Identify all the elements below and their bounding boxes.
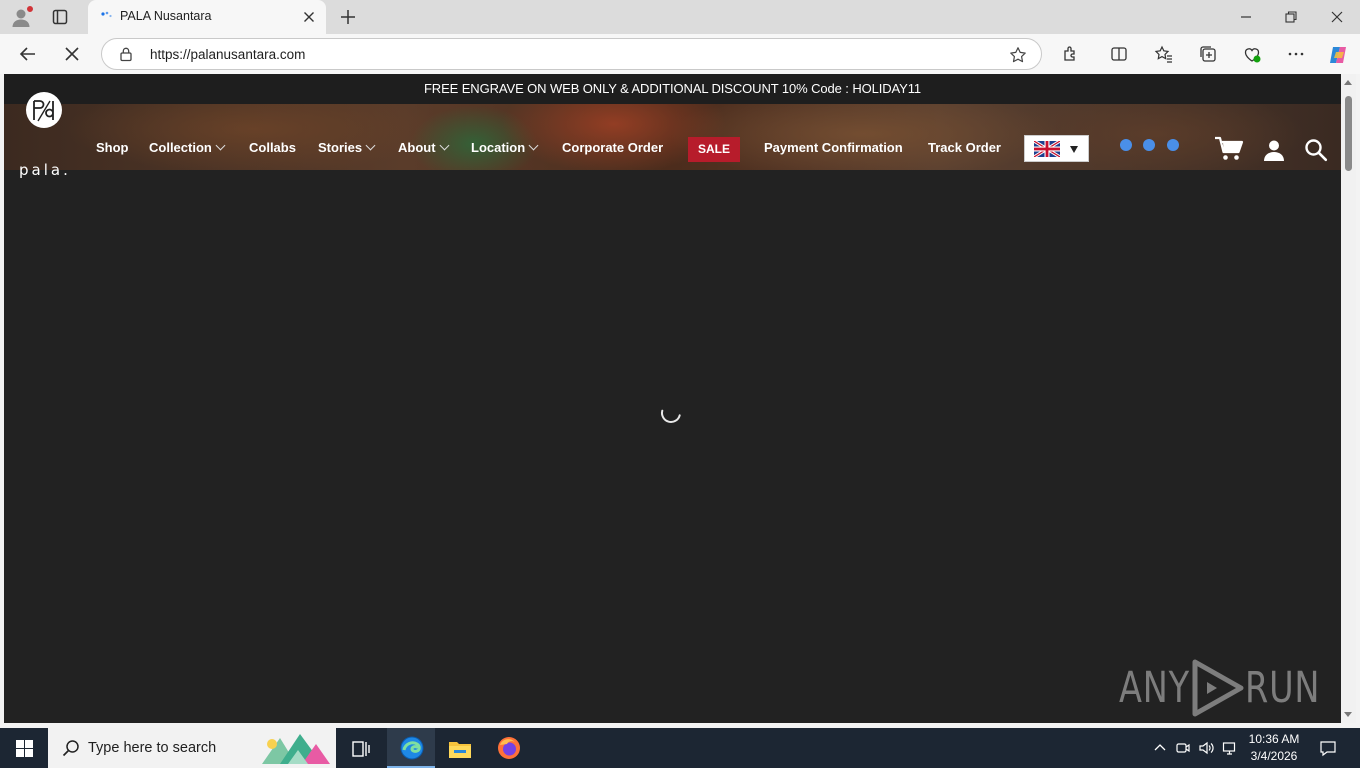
- user-account-icon[interactable]: [1262, 138, 1286, 162]
- tab-actions-icon[interactable]: [50, 7, 70, 27]
- copilot-icon[interactable]: [1327, 44, 1347, 64]
- anyrun-watermark: ANY RUN: [1119, 658, 1321, 718]
- favorite-star-icon[interactable]: [1009, 46, 1027, 64]
- search-highlight-art-icon: [262, 734, 330, 764]
- clock-time: 10:36 AM: [1248, 732, 1300, 746]
- url-text[interactable]: https://palanusantara.com: [150, 47, 305, 62]
- windows-taskbar: Type here to search 10:36 AM 3/4/2026: [0, 728, 1360, 768]
- nav-collection-label: Collection: [149, 140, 212, 155]
- taskbar-search-box[interactable]: Type here to search: [48, 728, 336, 768]
- profile-icon[interactable]: [10, 5, 34, 28]
- search-icon: [62, 739, 80, 757]
- nav-payment-confirmation[interactable]: Payment Confirmation: [764, 138, 903, 158]
- file-explorer-icon[interactable]: [448, 738, 472, 760]
- scroll-up-arrow-icon[interactable]: [1344, 80, 1352, 85]
- site-header: [4, 104, 1341, 170]
- network-icon[interactable]: [1222, 740, 1238, 756]
- more-menu-icon[interactable]: [1286, 44, 1306, 64]
- back-arrow-icon[interactable]: [18, 44, 38, 64]
- nav-collection[interactable]: Collection: [149, 138, 226, 158]
- clock-date: 3/4/2026: [1250, 749, 1298, 763]
- watermark-left-text: ANY: [1119, 663, 1190, 713]
- collections-icon[interactable]: [1198, 44, 1218, 64]
- nav-collabs[interactable]: Collabs: [249, 138, 296, 158]
- meet-now-icon[interactable]: [1175, 740, 1191, 756]
- web-page-viewport: FREE ENGRAVE ON WEB ONLY & ADDITIONAL DI…: [4, 74, 1341, 723]
- task-view-icon[interactable]: [350, 738, 372, 760]
- stop-loading-icon[interactable]: [62, 44, 82, 64]
- nav-stories[interactable]: Stories: [318, 138, 376, 158]
- nav-shop[interactable]: Shop: [96, 138, 129, 158]
- windows-start-icon[interactable]: [16, 740, 33, 757]
- page-scrollbar[interactable]: [1341, 74, 1356, 723]
- nav-stories-label: Stories: [318, 140, 363, 155]
- scroll-down-arrow-icon[interactable]: [1344, 712, 1352, 717]
- minimize-icon[interactable]: [1236, 7, 1256, 27]
- nav-location[interactable]: Location: [471, 138, 539, 158]
- extensions-icon[interactable]: [1061, 44, 1081, 64]
- watermark-right-text: RUN: [1245, 663, 1321, 713]
- close-window-icon[interactable]: [1327, 7, 1347, 27]
- browser-essentials-icon[interactable]: [1242, 44, 1262, 64]
- nav-location-label: Location: [471, 140, 526, 155]
- address-bar[interactable]: https://palanusantara.com: [101, 38, 1042, 70]
- tab-pala-nusantara[interactable]: PALA Nusantara: [88, 0, 326, 34]
- browser-toolbar: https://palanusantara.com: [0, 34, 1360, 74]
- nav-sale-button[interactable]: SALE: [688, 137, 740, 162]
- tab-title: PALA Nusantara: [120, 9, 212, 23]
- uk-flag-icon: [1034, 141, 1060, 157]
- promo-banner: FREE ENGRAVE ON WEB ONLY & ADDITIONAL DI…: [4, 74, 1341, 104]
- logo-wordmark: pala.: [19, 161, 71, 179]
- restore-icon[interactable]: [1281, 7, 1301, 27]
- favorites-icon[interactable]: [1154, 44, 1174, 64]
- edge-browser-icon[interactable]: [400, 736, 424, 760]
- play-triangle-icon: [1192, 659, 1244, 717]
- loading-spinner-icon: [658, 400, 684, 426]
- nav-about[interactable]: About: [398, 138, 449, 158]
- nav-track-order[interactable]: Track Order: [928, 138, 1001, 158]
- search-icon[interactable]: [1304, 138, 1328, 162]
- volume-icon[interactable]: [1198, 740, 1214, 756]
- chevron-down-icon: [439, 140, 449, 151]
- cart-icon[interactable]: [1214, 136, 1244, 162]
- loading-favicon-icon: [100, 10, 114, 24]
- new-tab-icon[interactable]: [338, 7, 358, 27]
- notifications-icon[interactable]: [1319, 739, 1337, 757]
- language-selector[interactable]: [1024, 135, 1089, 162]
- search-placeholder: Type here to search: [88, 740, 217, 756]
- pala-logo-icon[interactable]: [19, 91, 69, 147]
- lock-icon[interactable]: [118, 46, 134, 62]
- firefox-icon[interactable]: [497, 736, 521, 760]
- caret-down-icon: [1070, 146, 1078, 153]
- nav-about-label: About: [398, 140, 436, 155]
- chevron-down-icon: [215, 140, 226, 151]
- scroll-thumb[interactable]: [1345, 96, 1352, 171]
- chevron-down-icon: [528, 140, 539, 151]
- system-clock[interactable]: 10:36 AM 3/4/2026: [1240, 731, 1308, 765]
- chevron-down-icon: [365, 140, 376, 151]
- close-tab-icon[interactable]: [302, 10, 316, 24]
- tray-chevron-up-icon[interactable]: [1152, 740, 1168, 756]
- browser-tab-strip: PALA Nusantara: [0, 0, 1360, 34]
- split-screen-icon[interactable]: [1109, 44, 1129, 64]
- nav-corporate-order[interactable]: Corporate Order: [562, 138, 663, 158]
